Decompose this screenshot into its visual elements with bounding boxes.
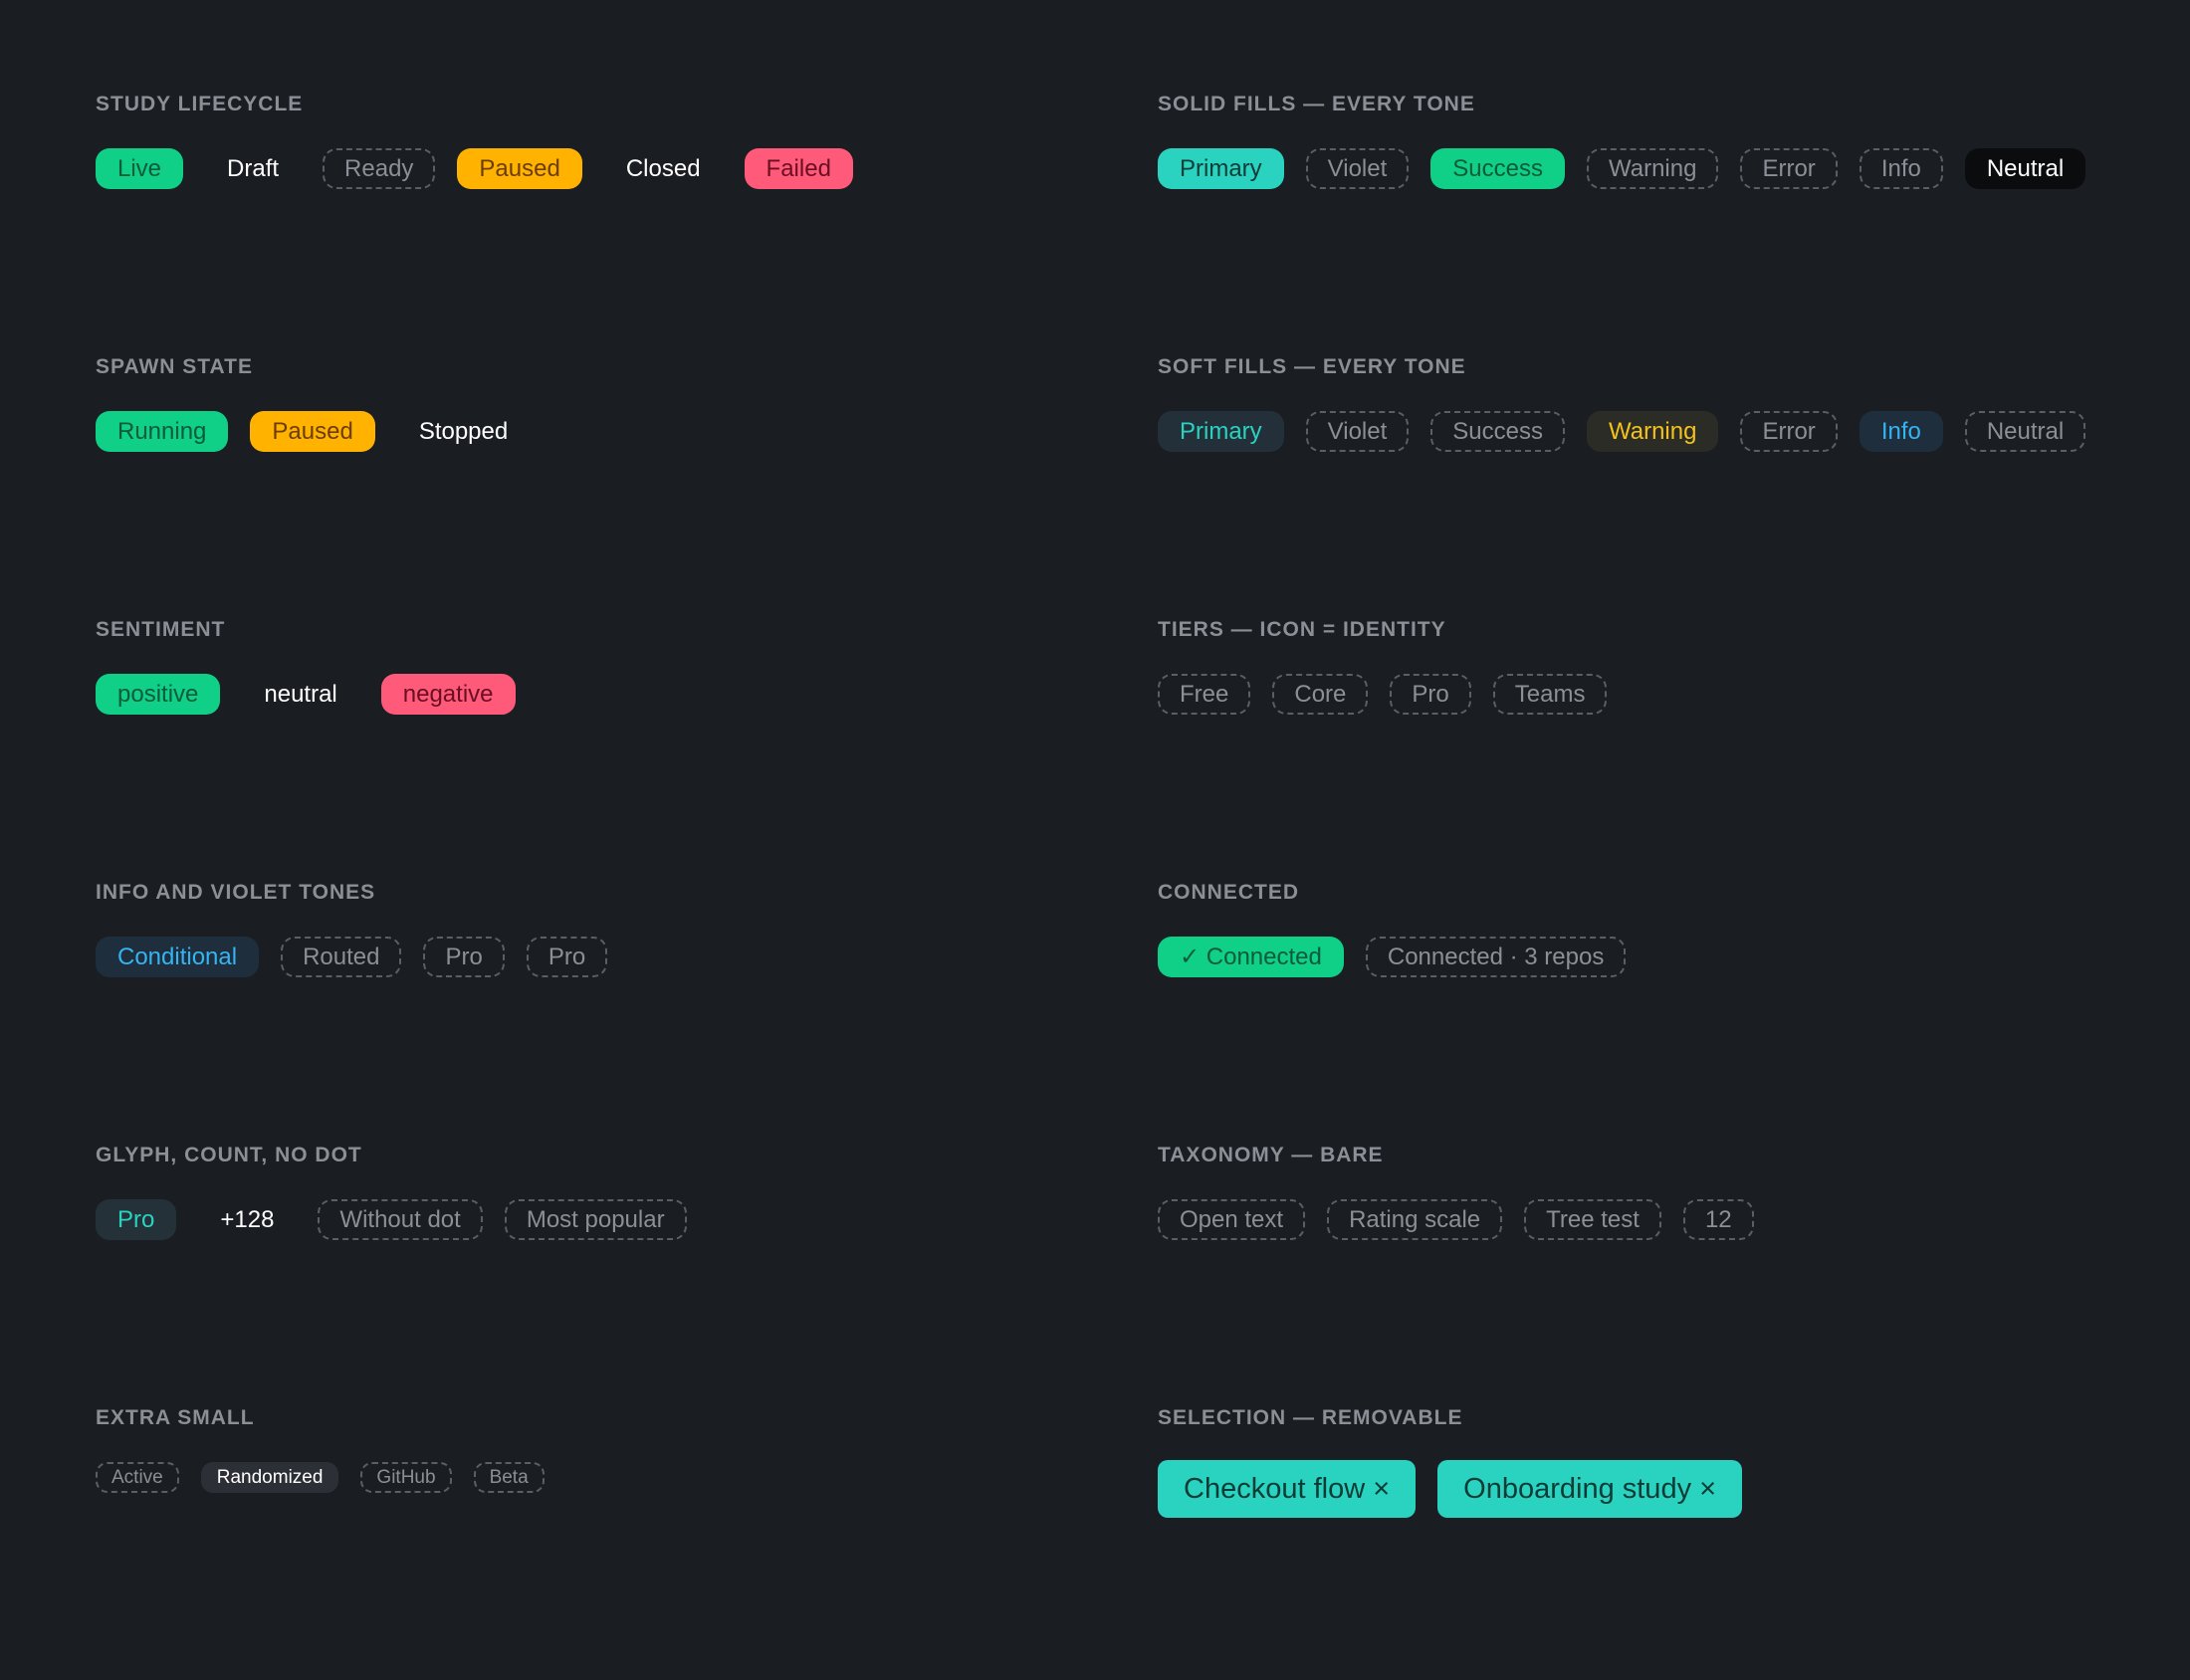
badge-violet: Violet <box>1305 411 1410 452</box>
badge-warning: Warning <box>1586 411 1719 452</box>
badge-beta: Beta <box>473 1462 545 1493</box>
badge-neutral: Neutral <box>1964 411 2086 452</box>
badge-row: Free Core Pro Teams <box>1158 674 1608 715</box>
section-title: GLYPH, COUNT, NO DOT <box>96 1144 362 1166</box>
badge-row: Live Draft Ready Paused Closed Failed <box>96 148 853 189</box>
badge-success: Success <box>1430 411 1565 452</box>
badge-row: Running Paused Stopped <box>96 411 530 452</box>
section-title: STUDY LIFECYCLE <box>96 93 304 115</box>
section-title: TAXONOMY — BARE <box>1158 1144 1384 1166</box>
section-info-violet: INFO AND VIOLET TONES Conditional Routed… <box>96 881 608 977</box>
badge-negative: negative <box>380 674 516 715</box>
badge-success: Success <box>1430 148 1565 189</box>
badge-paused: Paused <box>457 148 582 189</box>
badge-info: Info <box>1859 148 1943 189</box>
section-connected: CONNECTED ✓ Connected Connected · 3 repo… <box>1158 881 1627 977</box>
badge-stopped: Stopped <box>418 417 509 445</box>
badge-row: Conditional Routed Pro Pro <box>96 937 608 977</box>
badge-row: Checkout flow × Onboarding study × <box>1158 1460 1743 1518</box>
badge-running: Running <box>96 411 229 452</box>
chip-checkout-flow[interactable]: Checkout flow × <box>1158 1460 1417 1518</box>
section-selection: SELECTION — REMOVABLE Checkout flow × On… <box>1158 1406 1743 1518</box>
badge-pro-alt: Pro <box>526 937 608 977</box>
badge-conditional: Conditional <box>96 937 260 977</box>
badge-count: +128 <box>220 1205 275 1233</box>
section-sentiment: SENTIMENT positive neutral negative <box>96 619 516 715</box>
section-title: SELECTION — REMOVABLE <box>1158 1406 1463 1429</box>
badge-github: GitHub <box>360 1462 452 1493</box>
section-title: SOLID FILLS — EVERY TONE <box>1158 93 1475 115</box>
badge-pro: Pro <box>423 937 505 977</box>
badge-routed: Routed <box>281 937 402 977</box>
section-taxonomy: TAXONOMY — BARE Open text Rating scale T… <box>1158 1145 1754 1240</box>
badge-pro: Pro <box>96 1199 177 1240</box>
badge-active: Active <box>96 1462 179 1493</box>
badge-ready: Ready <box>323 148 436 189</box>
badge-info: Info <box>1859 411 1943 452</box>
badge-tree-test: Tree test <box>1524 1199 1661 1240</box>
badge-failed: Failed <box>744 148 853 189</box>
badge-draft: Draft <box>227 154 280 182</box>
badge-primary: Primary <box>1158 411 1284 452</box>
badge-connected-repos: Connected · 3 repos <box>1365 937 1627 977</box>
badge-primary: Primary <box>1158 148 1284 189</box>
badge-connected: ✓ Connected <box>1158 937 1344 977</box>
badge-paused: Paused <box>250 411 375 452</box>
badge-row: Primary Violet Success Warning Error Inf… <box>1158 148 2086 189</box>
badge-row: Primary Violet Success Warning Error Inf… <box>1158 411 2086 452</box>
section-title: INFO AND VIOLET TONES <box>96 881 376 904</box>
badge-closed: Closed <box>625 154 701 182</box>
badge-core: Core <box>1272 674 1369 715</box>
badge-showcase: STUDY LIFECYCLE Live Draft Ready Paused … <box>0 0 2190 1680</box>
badge-error: Error <box>1740 148 1838 189</box>
badge-free: Free <box>1158 674 1251 715</box>
section-title: TIERS — ICON = IDENTITY <box>1158 618 1446 641</box>
badge-row: Active Randomized GitHub Beta <box>96 1462 545 1493</box>
section-title: SPAWN STATE <box>96 355 253 378</box>
section-title: CONNECTED <box>1158 881 1300 904</box>
section-soft-fills: SOFT FILLS — EVERY TONE Primary Violet S… <box>1158 355 2086 452</box>
badge-row: ✓ Connected Connected · 3 repos <box>1158 937 1627 977</box>
section-title: EXTRA SMALL <box>96 1406 255 1429</box>
badge-row: positive neutral negative <box>96 674 516 715</box>
badge-neutral: Neutral <box>1964 148 2086 189</box>
badge-count: 12 <box>1682 1199 1754 1240</box>
badge-rating-scale: Rating scale <box>1327 1199 1503 1240</box>
badge-warning: Warning <box>1586 148 1719 189</box>
badge-teams: Teams <box>1492 674 1608 715</box>
section-tiers: TIERS — ICON = IDENTITY Free Core Pro Te… <box>1158 618 1608 715</box>
section-glyph-count: GLYPH, COUNT, NO DOT Pro +128 Without do… <box>96 1145 687 1240</box>
badge-pro: Pro <box>1390 674 1471 715</box>
section-solid-fills: SOLID FILLS — EVERY TONE Primary Violet … <box>1158 93 2086 189</box>
section-spawn-state: SPAWN STATE Running Paused Stopped <box>96 356 530 452</box>
badge-row: Pro +128 Without dot Most popular <box>96 1199 687 1240</box>
badge-error: Error <box>1740 411 1838 452</box>
badge-violet: Violet <box>1305 148 1410 189</box>
badge-positive: positive <box>96 674 221 715</box>
badge-without-dot: Without dot <box>318 1199 483 1240</box>
section-title: SOFT FILLS — EVERY TONE <box>1158 355 1466 378</box>
badge-randomized: Randomized <box>200 1462 339 1493</box>
section-extra-small: EXTRA SMALL Active Randomized GitHub Bet… <box>96 1407 545 1493</box>
badge-neutral: neutral <box>264 680 337 708</box>
badge-most-popular: Most popular <box>504 1199 687 1240</box>
chip-onboarding-study[interactable]: Onboarding study × <box>1437 1460 1743 1518</box>
section-study-lifecycle: STUDY LIFECYCLE Live Draft Ready Paused … <box>96 94 853 189</box>
badge-live: Live <box>96 148 184 189</box>
badge-row: Open text Rating scale Tree test 12 <box>1158 1199 1754 1240</box>
section-title: SENTIMENT <box>96 618 226 641</box>
badge-open-text: Open text <box>1158 1199 1306 1240</box>
